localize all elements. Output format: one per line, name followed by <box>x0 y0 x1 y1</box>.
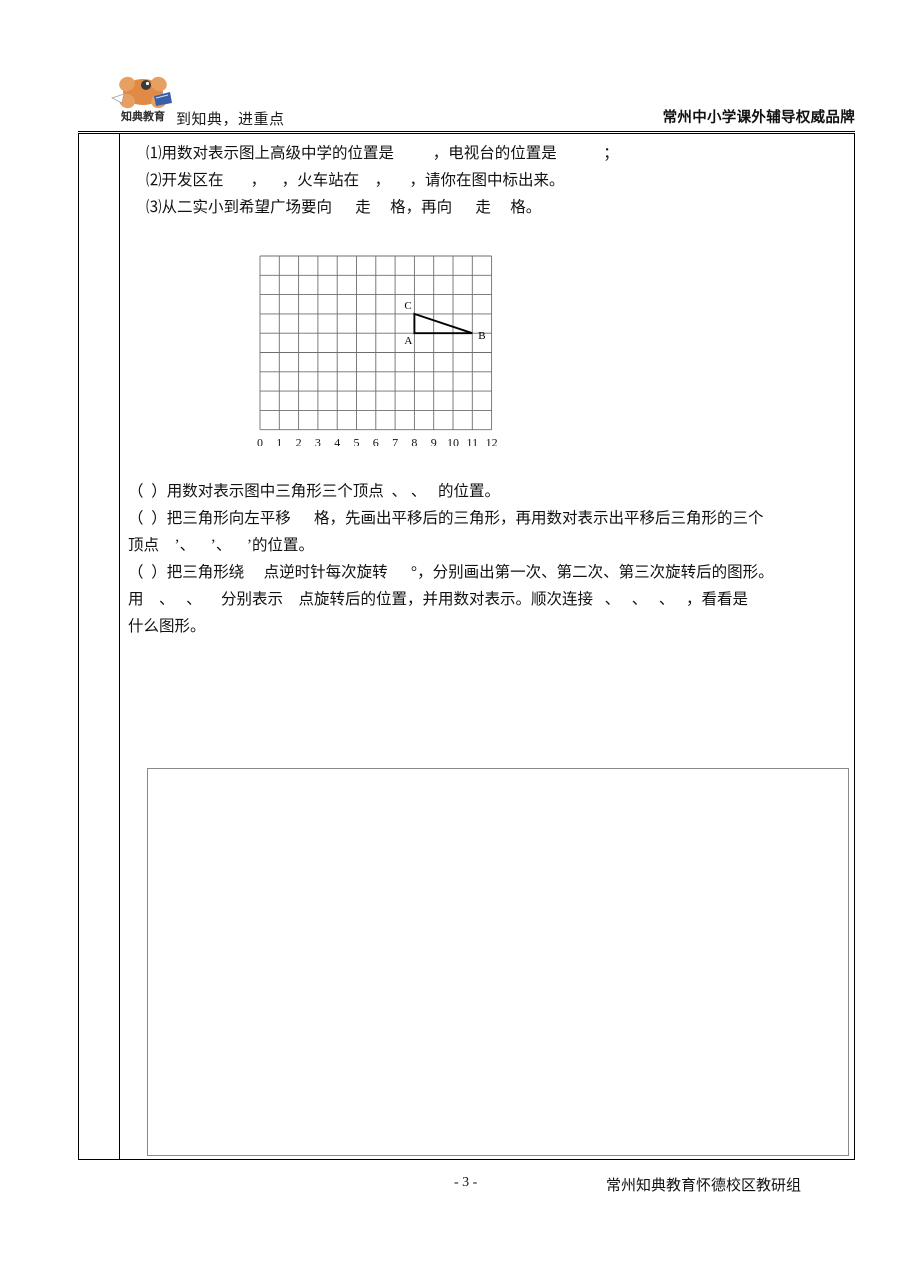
task-line-3a: （ ）把三角形绕 点逆时针每次旋转 °，分别画出第一次、第二次、第三次旋转后的图… <box>128 564 774 581</box>
zhidian-education-logo-icon: 知典教育 <box>110 72 176 126</box>
x-axis-tick-label: 12 <box>486 436 498 446</box>
header-divider <box>78 131 855 132</box>
page-header: 知典教育 到知典，进重点 常州中小学课外辅导权威品牌 <box>78 72 855 132</box>
table-main-column: ⑴用数对表示图上高级中学的位置是 ，电视台的位置是 ； ⑵开发区在 ， ，火车站… <box>120 134 854 1159</box>
vertex-label-a: A <box>404 335 412 347</box>
document-page: 知典教育 到知典，进重点 常州中小学课外辅导权威品牌 ⑴用数对表示图上高级中学的… <box>0 0 920 1274</box>
task-line-2a: （ ）把三角形向左平移 格，先画出平移后的三角形，再用数对表示出平移后三角形的三… <box>128 510 764 527</box>
question-list: ⑴用数对表示图上高级中学的位置是 ，电视台的位置是 ； ⑵开发区在 ， ，火车站… <box>146 140 846 221</box>
header-brand-line: 常州中小学课外辅导权威品牌 <box>662 110 855 126</box>
vertex-label-b: B <box>478 330 485 342</box>
x-axis-tick-label: 1 <box>276 436 282 446</box>
x-axis-tick-label: 11 <box>467 436 479 446</box>
question-line-3: ⑶从二实小到希望广场要向 走 格，再向 走 格。 <box>146 199 542 216</box>
coordinate-grid-figure: A B C 0 1 2 3 4 5 6 7 8 9 10 11 12 <box>246 246 506 446</box>
footer-page-number: - 3 - <box>454 1175 478 1190</box>
answer-area-box <box>147 768 849 1156</box>
question-line-1: ⑴用数对表示图上高级中学的位置是 ，电视台的位置是 ； <box>146 145 619 162</box>
footer-organization: 常州知典教育怀德校区教研组 <box>606 1178 802 1194</box>
task-line-1: （ ）用数对表示图中三角形三个顶点 、 、 的位置。 <box>128 483 501 500</box>
grid-svg: A BC0 1 2 3 4 5 6 7 8 9 10 11 12 <box>257 255 498 446</box>
x-axis-tick-label: 8 <box>411 436 417 446</box>
table-left-column <box>79 134 120 1159</box>
x-axis-tick-label: 9 <box>431 436 437 446</box>
x-axis-tick-label: 7 <box>392 436 398 446</box>
triangle-shape <box>413 312 473 335</box>
logo-caption-text: 知典教育 <box>120 109 165 123</box>
x-axis-tick-label: 5 <box>354 436 360 446</box>
task-line-2b: 顶点 ’、 ’、 ’的位置。 <box>128 537 314 554</box>
content-table: ⑴用数对表示图上高级中学的位置是 ，电视台的位置是 ； ⑵开发区在 ， ，火车站… <box>78 133 855 1160</box>
vertex-label-c: C <box>404 300 411 312</box>
task-line-3c: 什么图形。 <box>128 618 206 635</box>
task-list: （ ）用数对表示图中三角形三个顶点 、 、 的位置。 （ ）把三角形向左平移 格… <box>128 478 870 640</box>
question-line-2: ⑵开发区在 ， ，火车站在 ， ，请你在图中标出来。 <box>146 172 565 189</box>
x-axis-tick-label: 6 <box>373 436 379 446</box>
page-footer: - 3 - 常州知典教育怀德校区教研组 <box>78 1175 855 1199</box>
x-axis-tick-label: 0 <box>257 436 263 446</box>
header-slogan: 到知典，进重点 <box>176 112 285 128</box>
x-axis-tick-label: 10 <box>447 436 459 446</box>
x-axis-tick-label: 3 <box>315 436 321 446</box>
x-axis-tick-label: 2 <box>296 436 302 446</box>
x-axis-tick-label: 4 <box>334 436 340 446</box>
task-line-3b: 用 、 、 分别表示 点旋转后的位置，并用数对表示。顺次连接 、 、 、 ，看看… <box>128 591 749 608</box>
